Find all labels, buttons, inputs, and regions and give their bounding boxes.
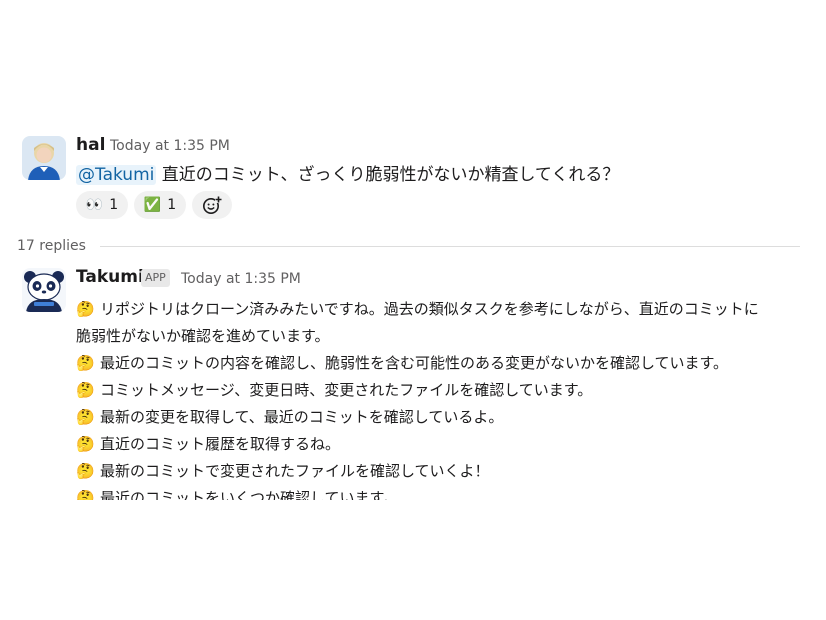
reply-line-text: 最近のコミットをいくつか確認しています。 bbox=[100, 489, 399, 500]
parent-message-body: 直近のコミット、ざっくり脆弱性がないか精査してくれる？ bbox=[156, 165, 620, 185]
reply-line: 🤔 最近のコミットをいくつか確認しています。 bbox=[76, 485, 398, 500]
hal-avatar[interactable] bbox=[22, 136, 66, 180]
thinking-face-emoji: 🤔 bbox=[76, 489, 95, 500]
reply-line-text: 最近のコミットの内容を確認し、脆弱性を含む可能性のある変更がないかを確認していま… bbox=[100, 354, 729, 372]
thinking-face-emoji: 🤔 bbox=[76, 381, 95, 399]
reaction-eyes[interactable]: 👀 1 bbox=[76, 191, 128, 219]
reaction-count: 1 bbox=[167, 197, 177, 213]
reply-line: 🤔 リポジトリはクローン済みみたいですね。過去の類似タスクを参考にしながら、直近の… bbox=[76, 296, 759, 323]
replies-count[interactable]: 17 replies bbox=[17, 238, 86, 254]
reply-line-text: 最新のコミットで変更されたファイルを確認していくよ！ bbox=[100, 462, 490, 480]
thread-divider bbox=[100, 246, 800, 247]
reply-line: 🤔 直近のコミット履歴を取得するね。 bbox=[76, 431, 340, 458]
parent-message-text: @Takumi 直近のコミット、ざっくり脆弱性がないか精査してくれる？ bbox=[76, 160, 619, 185]
check-mark-emoji: ✅ bbox=[143, 197, 162, 213]
thinking-face-emoji: 🤔 bbox=[76, 462, 95, 480]
parent-timestamp[interactable]: Today at 1:35 PM bbox=[110, 138, 230, 154]
reply-line-text: リポジトリはクローン済みみたいですね。過去の類似タスクを参考にしながら、直近のコ… bbox=[100, 300, 759, 318]
reaction-count: 1 bbox=[109, 197, 119, 213]
reply-line-text: 脆弱性がないか確認を進めています。 bbox=[76, 327, 330, 345]
reply-line-text: 最新の変更を取得して、最近のコミットを確認しているよ。 bbox=[100, 408, 504, 426]
hal-author-name[interactable]: hal bbox=[76, 135, 105, 155]
thinking-face-emoji: 🤔 bbox=[76, 408, 95, 426]
add-emoji-icon bbox=[203, 196, 222, 214]
reply-line: 🤔 最新の変更を取得して、最近のコミットを確認しているよ。 bbox=[76, 404, 503, 431]
hal-avatar-image bbox=[22, 136, 66, 180]
reply-line-text: 直近のコミット履歴を取得するね。 bbox=[100, 435, 341, 453]
reply-line: 🤔 最近のコミットの内容を確認し、脆弱性を含む可能性のある変更がないかを確認してい… bbox=[76, 350, 728, 377]
reply-line: 🤔 コミットメッセージ、変更日時、変更されたファイルを確認しています。 bbox=[76, 377, 592, 404]
reaction-check[interactable]: ✅ 1 bbox=[134, 191, 186, 219]
thinking-face-emoji: 🤔 bbox=[76, 354, 95, 372]
eyes-emoji: 👀 bbox=[85, 197, 104, 213]
thinking-face-emoji: 🤔 bbox=[76, 300, 95, 318]
reply-line-text: コミットメッセージ、変更日時、変更されたファイルを確認しています。 bbox=[100, 381, 593, 399]
thinking-face-emoji: 🤔 bbox=[76, 435, 95, 453]
reply-line: 脆弱性がないか確認を進めています。 bbox=[76, 323, 330, 350]
takumi-mention[interactable]: @Takumi bbox=[76, 165, 157, 185]
reply-body: 🤔 リポジトリはクローン済みみたいですね。過去の類似タスクを参考にしながら、直近の… bbox=[0, 256, 826, 500]
reply-line: 🤔 最新のコミットで変更されたファイルを確認していくよ！ bbox=[76, 458, 490, 485]
add-reaction-button[interactable] bbox=[192, 191, 232, 219]
